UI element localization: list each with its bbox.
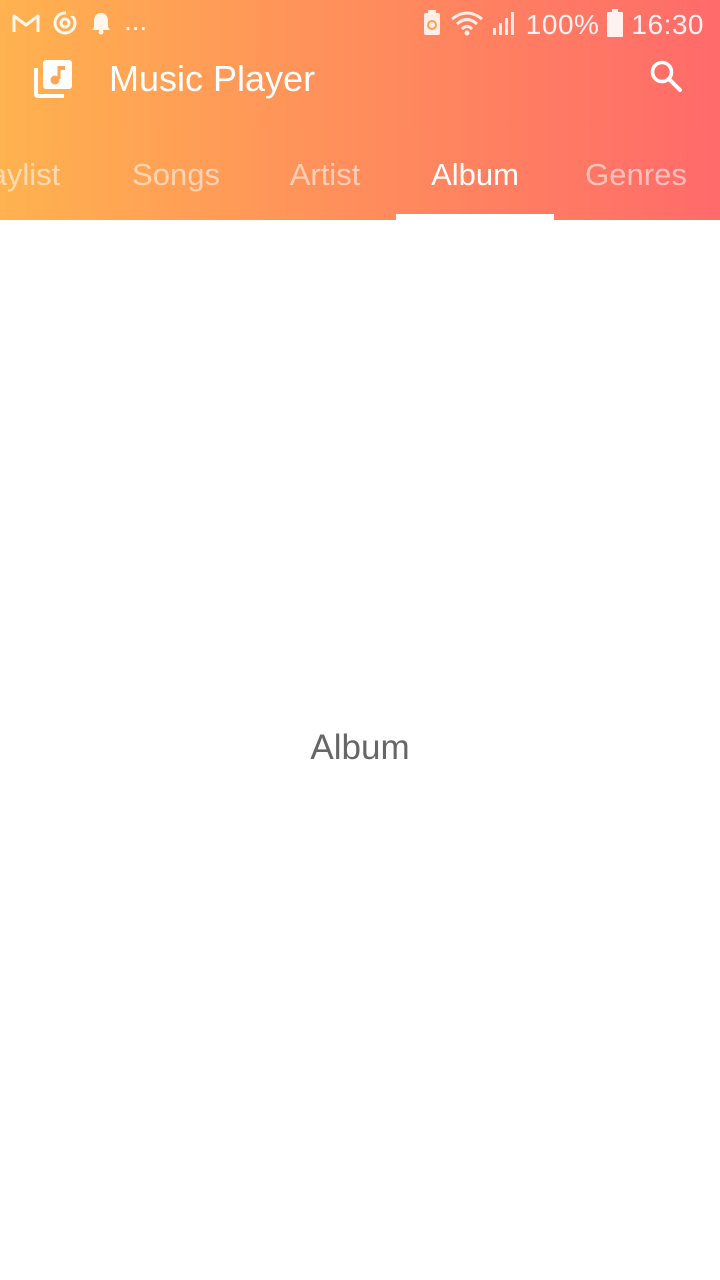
search-icon: [649, 59, 683, 98]
more-notifications-indicator: ...: [124, 5, 148, 36]
page-placeholder-label: Album: [310, 728, 410, 767]
tab-album[interactable]: Album: [396, 130, 554, 220]
tab-genres[interactable]: Genres: [554, 130, 718, 220]
music-library-icon: [34, 58, 74, 98]
app-bar: Music Player: [0, 50, 720, 110]
music-player-screen: ... 100% 16:30 Music Player ylist Songs …: [0, 0, 720, 1280]
notification-bell-icon: [90, 11, 112, 40]
status-left-icons: ...: [12, 5, 148, 41]
wifi-icon: [450, 10, 484, 41]
battery-icon: [607, 8, 624, 42]
search-button[interactable]: [646, 58, 686, 98]
tab-artist[interactable]: Artist: [252, 130, 398, 220]
status-bar: ... 100% 16:30: [0, 0, 720, 50]
tab-songs[interactable]: Songs: [100, 130, 252, 220]
gmail-icon: [12, 12, 40, 39]
album-page: Album: [0, 220, 720, 1280]
app-title: Music Player: [109, 58, 316, 99]
status-right-icons: 100% 16:30: [422, 8, 704, 42]
tab-bar: aylist Songs Artist Album Genres: [0, 130, 720, 220]
battery-saver-icon: [422, 9, 442, 42]
sync-icon: [52, 9, 78, 41]
signal-icon: [492, 10, 518, 41]
tab-playlist[interactable]: aylist: [0, 130, 100, 220]
header: ... 100% 16:30 Music Player ylist Songs …: [0, 0, 720, 220]
status-time: 16:30: [631, 9, 704, 40]
battery-percent: 100%: [525, 9, 600, 40]
